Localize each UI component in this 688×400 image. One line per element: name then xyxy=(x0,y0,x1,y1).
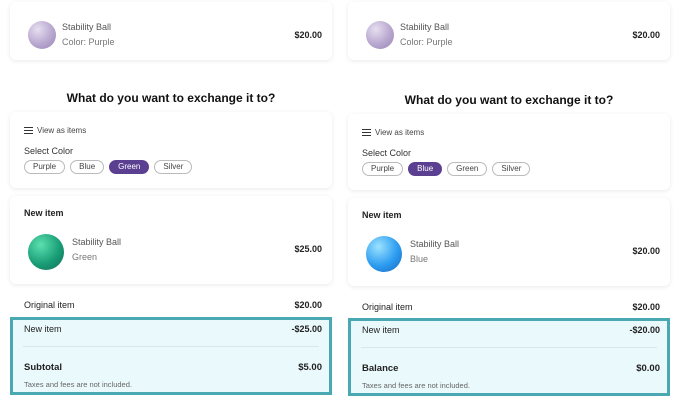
color-chip-purple[interactable]: Purple xyxy=(362,162,404,176)
original-item-label: Original item xyxy=(362,302,413,312)
original-item-label: Original item xyxy=(24,300,75,310)
list-icon xyxy=(362,128,371,137)
color-chip-green[interactable]: Green xyxy=(447,162,488,176)
color-options: Purple Blue Green Silver xyxy=(24,160,193,174)
color-options: Purple Blue Green Silver xyxy=(362,162,531,176)
exchange-options-card: View as items Select Color Purple Blue G… xyxy=(10,112,332,188)
original-item-price: $20.00 xyxy=(294,30,322,40)
new-item-label: New item xyxy=(24,324,62,334)
purple-ball-icon xyxy=(366,21,394,49)
new-item-label: New item xyxy=(362,325,400,335)
new-item-variant: Green xyxy=(72,252,98,262)
new-item-row: New item -$25.00 xyxy=(24,324,322,334)
new-item-row: New item -$20.00 xyxy=(362,325,660,335)
price-summary: Original item $20.00 New item -$20.00 Ba… xyxy=(348,298,670,400)
original-item-row: Original item $20.00 xyxy=(362,302,660,312)
view-as-items-toggle[interactable]: View as items xyxy=(362,128,424,137)
highlight-box: New item -$25.00 Subtotal $5.00 Taxes an… xyxy=(10,317,332,395)
new-item-amount: -$20.00 xyxy=(629,325,660,335)
new-item-title: New item xyxy=(362,210,402,220)
color-chip-blue[interactable]: Blue xyxy=(70,160,105,174)
price-summary: Original item $20.00 New item -$25.00 Su… xyxy=(10,296,332,400)
original-item-card: Stability Ball Color: Purple $20.00 xyxy=(348,2,670,60)
exchange-options-card: View as items Select Color Purple Blue G… xyxy=(348,114,670,190)
original-item-variant: Color: Purple xyxy=(400,37,453,47)
subtotal-amount: $5.00 xyxy=(298,362,322,373)
color-chip-silver[interactable]: Silver xyxy=(492,162,531,176)
taxes-note: Taxes and fees are not included. xyxy=(24,380,132,389)
original-item-amount: $20.00 xyxy=(632,302,660,312)
view-as-items-toggle[interactable]: View as items xyxy=(24,126,86,135)
original-item-row: Original item $20.00 xyxy=(24,300,322,310)
new-item-card: New item Stability Ball Green $25.00 xyxy=(10,196,332,284)
list-icon xyxy=(24,126,33,135)
balance-label: Balance xyxy=(362,363,399,374)
new-item-title: New item xyxy=(24,208,64,218)
taxes-note: Taxes and fees are not included. xyxy=(362,381,470,390)
color-chip-green[interactable]: Green xyxy=(109,160,150,174)
new-item-card: New item Stability Ball Blue $20.00 xyxy=(348,198,670,286)
color-chip-blue[interactable]: Blue xyxy=(408,162,443,176)
view-as-items-label: View as items xyxy=(37,126,87,135)
exchange-heading: What do you want to exchange it to? xyxy=(66,91,276,105)
color-chip-silver[interactable]: Silver xyxy=(154,160,193,174)
color-chip-purple[interactable]: Purple xyxy=(24,160,66,174)
original-item-variant: Color: Purple xyxy=(62,37,115,47)
original-item-amount: $20.00 xyxy=(294,300,322,310)
original-item-card: Stability Ball Color: Purple $20.00 xyxy=(10,2,332,60)
original-item-name: Stability Ball xyxy=(62,22,112,32)
new-item-amount: -$25.00 xyxy=(291,324,322,334)
exchange-panel-left: Stability Ball Color: Purple $20.00 What… xyxy=(10,0,332,400)
new-item-name: Stability Ball xyxy=(410,239,460,249)
original-item-name: Stability Ball xyxy=(400,22,450,32)
new-item-price: $20.00 xyxy=(632,246,660,256)
select-color-label: Select Color xyxy=(24,146,74,156)
view-as-items-label: View as items xyxy=(375,128,425,137)
exchange-heading: What do you want to exchange it to? xyxy=(404,93,614,107)
new-item-name: Stability Ball xyxy=(72,237,122,247)
new-item-variant: Blue xyxy=(410,254,429,264)
summary-divider xyxy=(361,347,657,348)
exchange-panel-right: Stability Ball Color: Purple $20.00 What… xyxy=(348,0,670,400)
blue-ball-icon xyxy=(366,236,402,272)
select-color-label: Select Color xyxy=(362,148,412,158)
original-item-price: $20.00 xyxy=(632,30,660,40)
subtotal-row: Subtotal $5.00 xyxy=(24,362,322,373)
balance-row: Balance $0.00 xyxy=(362,363,660,374)
new-item-price: $25.00 xyxy=(294,244,322,254)
highlight-box: New item -$20.00 Balance $0.00 Taxes and… xyxy=(348,318,670,396)
balance-amount: $0.00 xyxy=(636,363,660,374)
subtotal-label: Subtotal xyxy=(24,362,62,373)
purple-ball-icon xyxy=(28,21,56,49)
summary-divider xyxy=(23,346,319,347)
green-ball-icon xyxy=(28,234,64,270)
